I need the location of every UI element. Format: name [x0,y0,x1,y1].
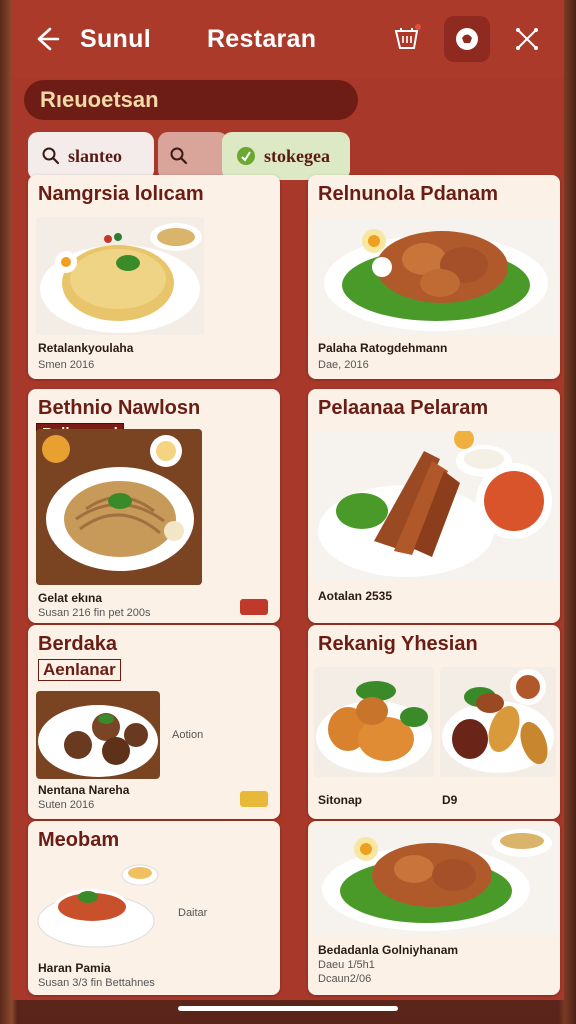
filter-chip-search-alt[interactable] [158,132,228,180]
dish-name: Retalankyoulaha [38,341,134,355]
top-bar: Sunul Restaran [12,0,564,78]
dish-name: Bedadanla Golniyhanam [318,943,459,957]
dish-tag: Aenlanar [38,659,121,681]
dish-card[interactable]: Bedadanla Golniyhanam Daeu 1/5h1 Dcaun2/… [308,821,560,995]
dish-image [36,429,202,585]
dish-image [314,217,560,335]
dish-meta: Suten 2016 [38,799,95,811]
dish-card[interactable]: Berdaka Aenlanar Aotion Nentana Nareha S… [28,625,280,819]
section-pill: Rıeuoetsan [24,80,358,120]
dish-meta: Smen 2016 [38,359,95,371]
dish-image [314,825,560,935]
dish-title: Relnunola Pdanam [318,183,499,205]
dish-name: Sitonap [318,793,362,807]
dish-image [314,431,560,581]
dish-card[interactable]: Namgrsia lolıcam Retalankyoulaha Smen 20… [28,175,280,379]
dish-title: Berdaka [38,633,117,655]
dish-meta: Dae, 2016 [318,359,369,371]
dish-meta: Dcaun2/06 [318,973,372,985]
status-badge [240,599,268,615]
chef-icon[interactable] [444,16,490,62]
side-label: Aotion [172,729,204,741]
dish-image [440,667,556,777]
filter-bar: slanteo stokegea [28,132,564,180]
dish-meta: Susan 216 fin pet 200s [38,607,151,619]
leaf-icon [237,147,255,165]
section-label: Rıeuoetsan [40,87,159,112]
dish-card[interactable]: Meobam Daitar Haran Pamia Susan 3/3 fin … [28,821,280,995]
side-label: D9 [442,793,458,807]
home-indicator[interactable] [178,1006,398,1011]
search-icon [170,147,188,165]
dish-title: Bethnio Nawlosn [38,397,201,419]
dish-image [36,217,204,335]
dish-card[interactable]: Rekanig Yhesian Sitonap D9 [308,625,560,819]
side-label: Daitar [178,907,208,919]
dish-meta: Daeu 1/5h1 [318,959,375,971]
filter-chip-label: slanteo [68,145,122,166]
dish-name: Aotalan 2535 [318,589,393,603]
app-window: Sunul Restaran Rıeuoetsan slanteo stokeg… [12,0,564,1000]
dish-title: Rekanig Yhesian [318,633,478,655]
arrow-left-icon[interactable] [30,22,64,56]
dish-image [36,691,160,779]
dish-name: Gelat ekına [38,591,103,605]
dish-name: Palaha Ratogdehmann [318,341,448,355]
filter-chip-search[interactable]: slanteo [28,132,154,180]
share-x-icon[interactable] [504,16,550,62]
app-title: Sunul [80,24,151,53]
filter-chip-veg[interactable]: stokegea [222,132,350,180]
cart-icon[interactable] [384,16,430,62]
page-title: Restaran [206,24,317,53]
dish-meta: Susan 3/3 fin Bettahnes [38,977,155,989]
dish-card[interactable]: Pelaanaa Pelaram Aotalan 2535 [308,389,560,623]
dish-name: Nentana Nareha [38,783,130,797]
dish-card[interactable]: Relnunola Pdanam Palaha Ratogdehmann Dae… [308,175,560,379]
dish-name: Haran Pamia [38,961,111,975]
dish-card[interactable]: Bethnio Nawlosn Bellananul Gelat ekına S… [28,389,280,623]
dish-title: Pelaanaa Pelaram [318,397,489,419]
dish-title: Meobam [38,829,120,851]
filter-chip-label: stokegea [264,145,330,166]
dish-image [36,861,160,951]
dish-title: Namgrsia lolıcam [38,183,204,205]
status-badge [240,791,268,807]
search-icon [42,147,60,165]
dish-image [314,667,434,777]
